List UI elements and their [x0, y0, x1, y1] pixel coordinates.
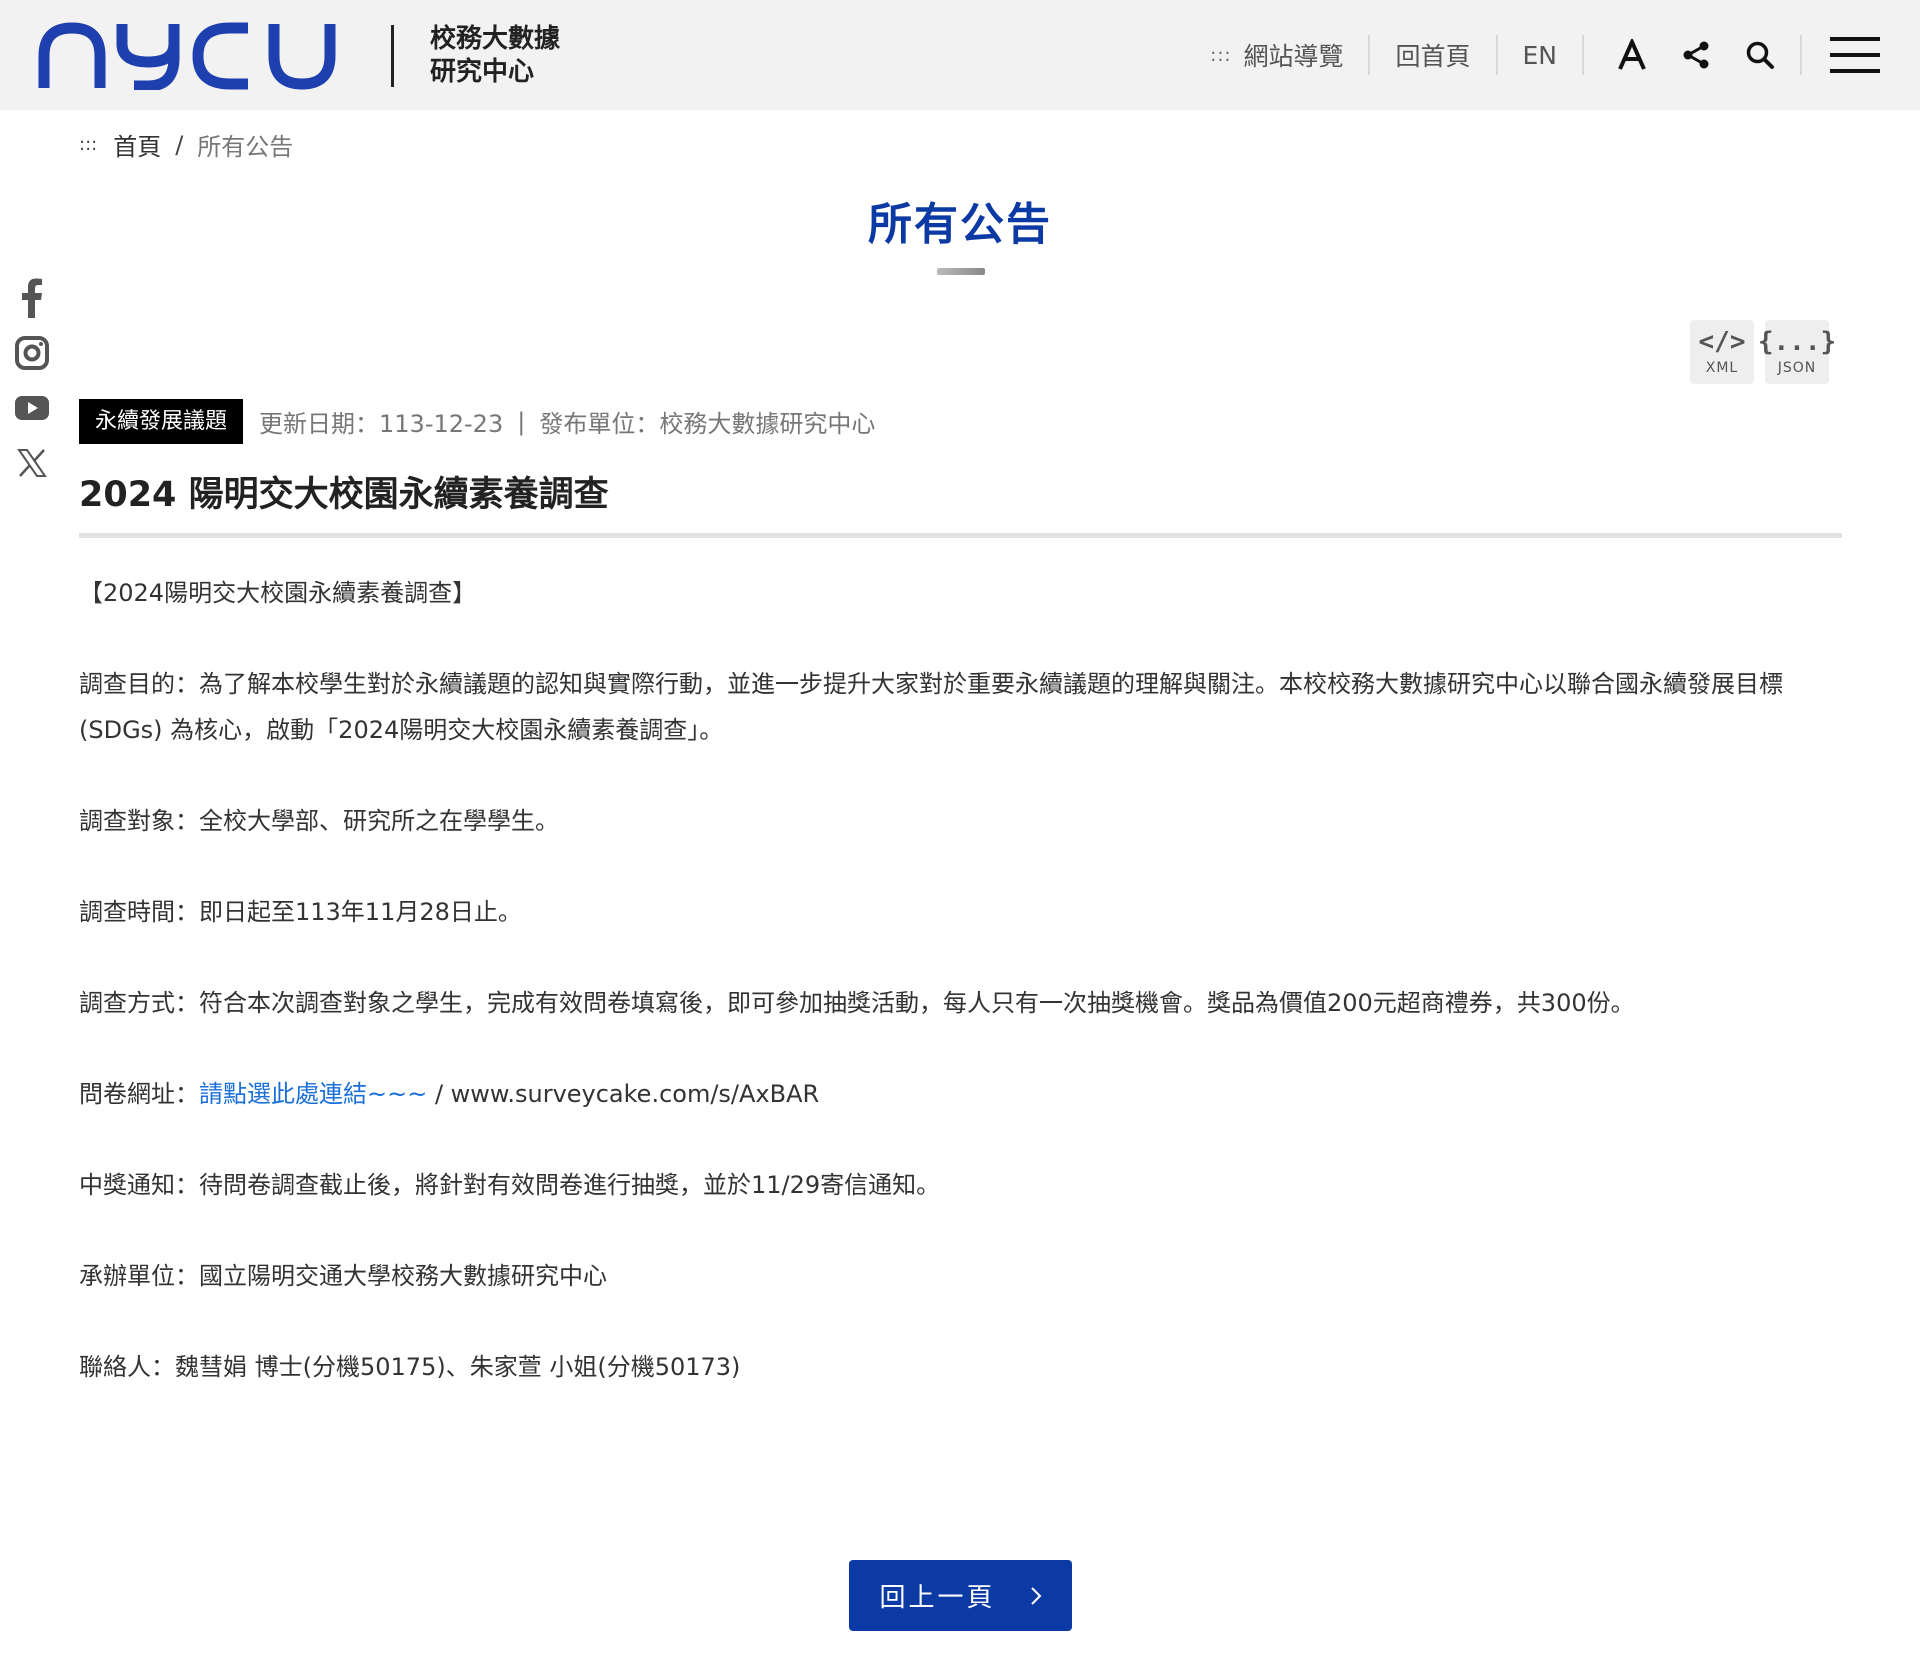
logo-divider	[391, 25, 394, 87]
breadcrumb-separator: /	[175, 130, 184, 159]
survey-link[interactable]: 請點選此處連結~~~	[199, 1080, 427, 1108]
youtube-icon[interactable]	[14, 390, 50, 426]
winner-notice: 中獎通知：待問卷調查截止後，將針對有效問卷進行抽獎，並於11/29寄信通知。	[79, 1171, 941, 1199]
top-nav: ::: 網站導覽 回首頁 EN	[1185, 30, 1880, 80]
xml-feed-button[interactable]: </> XML	[1690, 320, 1754, 384]
article-heading: 【2024陽明交大校園永續素養調查】	[79, 579, 477, 607]
meta-separator: |	[517, 407, 526, 436]
publisher: 發布單位：校務大數據研究中心	[539, 410, 876, 438]
unit-name: 校務大數據 研究中心	[430, 23, 610, 89]
category-tag[interactable]: 永續發展議題	[79, 399, 244, 444]
survey-purpose: 調查目的：為了解本校學生對於永續議題的認知與實際行動，並進一步提升大家對於重要永…	[79, 670, 1783, 744]
menu-icon[interactable]	[1802, 30, 1880, 80]
site-logo[interactable]: 校務大數據 研究中心	[38, 22, 610, 90]
unit-name-line1: 校務大數據	[430, 24, 561, 54]
nav-divider	[1582, 35, 1584, 75]
contact: 聯絡人：魏彗娟 博士(分機50175)、朱家萱 小姐(分機50173)	[79, 1353, 741, 1381]
article-body: 【2024陽明交大校園永續素養調查】 調查目的：為了解本校學生對於永續議題的認知…	[79, 570, 1842, 1435]
site-header: 校務大數據 研究中心 ::: 網站導覽 回首頁 EN	[0, 0, 1920, 110]
back-button[interactable]: 回上一頁	[849, 1560, 1072, 1631]
sitemap-prefix: :::	[1210, 44, 1232, 66]
json-symbol: {...}	[1757, 327, 1837, 357]
search-icon[interactable]	[1728, 30, 1792, 80]
font-size-icon[interactable]	[1600, 30, 1664, 80]
breadcrumb-current: 所有公告	[197, 133, 294, 161]
breadcrumb: ::: 首頁 / 所有公告	[79, 127, 293, 162]
xml-label: XML	[1705, 360, 1739, 376]
sitemap-link[interactable]: ::: 網站導覽	[1185, 35, 1368, 75]
survey-period: 調查時間：即日起至113年11月28日止。	[79, 898, 522, 926]
survey-url-label: 問卷網址：	[79, 1080, 199, 1108]
page-title: 所有公告	[868, 199, 1052, 250]
language-link[interactable]: EN	[1498, 35, 1583, 75]
share-icon[interactable]	[1664, 30, 1728, 80]
breadcrumb-prefix: :::	[79, 134, 98, 155]
survey-url: 問卷網址：請點選此處連結~~~ / www.surveycake.com/s/A…	[79, 1071, 1842, 1117]
json-feed-button[interactable]: {...} JSON	[1758, 320, 1836, 384]
social-sidebar	[14, 278, 50, 500]
sitemap-label: 網站導覽	[1243, 42, 1344, 71]
unit-name-line2: 研究中心	[430, 57, 535, 87]
survey-url-text: / www.surveycake.com/s/AxBAR	[427, 1080, 820, 1108]
json-label: JSON	[1777, 360, 1817, 376]
xml-symbol: </>	[1698, 327, 1746, 357]
instagram-icon[interactable]	[14, 335, 50, 371]
title-divider	[79, 533, 1842, 538]
facebook-icon[interactable]	[14, 278, 50, 318]
back-button-label: 回上一頁	[879, 1583, 996, 1613]
x-icon[interactable]	[14, 445, 50, 481]
update-date: 更新日期：113-12-23	[259, 410, 504, 438]
breadcrumb-home[interactable]: 首頁	[113, 127, 161, 162]
survey-method: 調查方式：符合本次調查對象之學生，完成有效問卷填寫後，即可參加抽獎活動，每人只有…	[79, 989, 1635, 1017]
title-underline	[937, 268, 985, 275]
home-link[interactable]: 回首頁	[1370, 35, 1495, 75]
post-title: 2024 陽明交大校園永續素養調查	[79, 475, 609, 515]
organizer: 承辦單位：國立陽明交通大學校務大數據研究中心	[79, 1262, 607, 1290]
chevron-right-icon	[1030, 1586, 1042, 1606]
nycu-logo-icon	[38, 22, 336, 90]
post-meta: 永續發展議題 更新日期：113-12-23 | 發布單位：校務大數據研究中心	[79, 399, 875, 444]
survey-target: 調查對象：全校大學部、研究所之在學學生。	[79, 807, 559, 835]
